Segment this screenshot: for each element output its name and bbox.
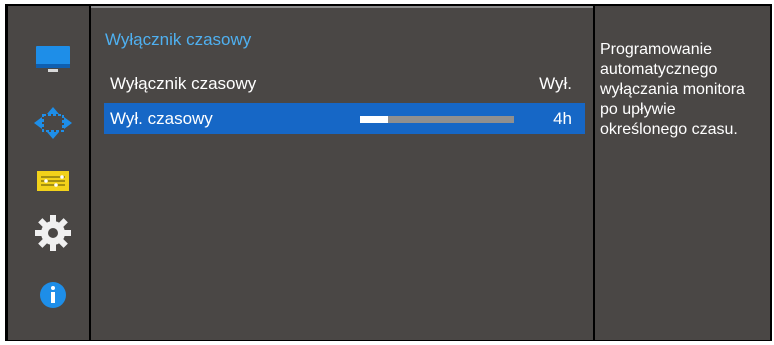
gear-icon[interactable]	[34, 214, 72, 252]
row-value: 4h	[553, 108, 572, 128]
sidebar	[8, 6, 89, 340]
help-panel: Programowanie automatycznego wyłączania …	[595, 6, 770, 340]
menu-list-icon[interactable]	[34, 166, 72, 196]
settings-panel: Wyłącznik czasowy Wyłącznik czasowy Wył.…	[91, 6, 593, 340]
slider-fill	[360, 116, 388, 123]
resize-arrows-icon[interactable]	[34, 107, 72, 139]
row-label: Wyłącznik czasowy	[110, 73, 257, 93]
menu-row-off-timer[interactable]: Wyłącznik czasowy Wył.	[104, 68, 585, 99]
off-time-slider[interactable]	[360, 116, 514, 123]
help-text: Programowanie automatycznego wyłączania …	[600, 41, 745, 138]
section-title: Wyłącznik czasowy	[105, 30, 252, 49]
monitor-icon[interactable]	[34, 42, 72, 76]
row-value: Wył.	[539, 73, 572, 93]
menu-row-off-time-selected[interactable]: Wył. czasowy 4h	[104, 103, 585, 134]
info-icon[interactable]	[34, 280, 72, 310]
